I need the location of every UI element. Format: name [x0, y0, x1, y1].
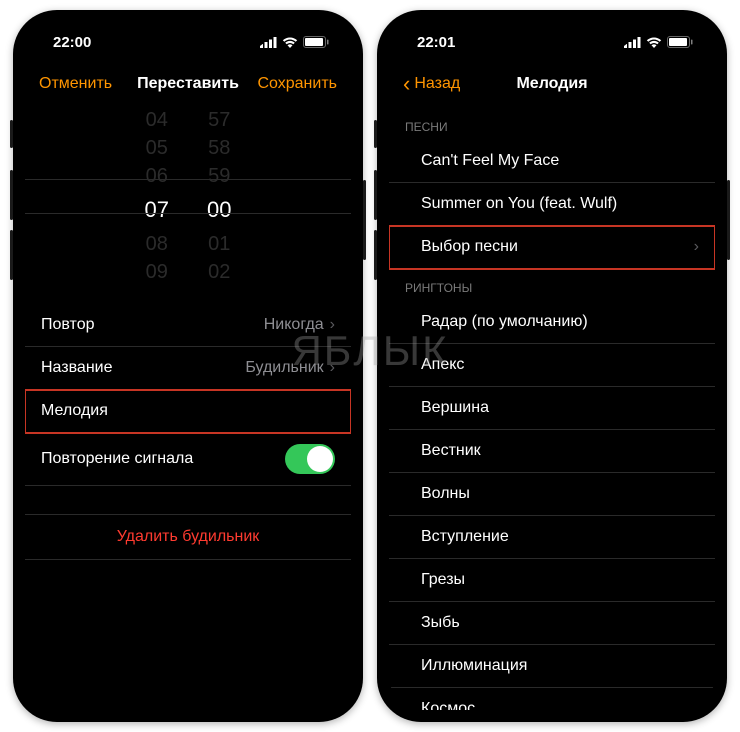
name-label: Название — [41, 359, 113, 377]
repeat-value: Никогда — [264, 316, 324, 334]
ringtone-row[interactable]: Иллюминация — [389, 645, 715, 688]
melody-label: Мелодия — [41, 402, 108, 420]
wifi-icon — [282, 37, 298, 48]
ringtone-row[interactable]: Космос — [389, 688, 715, 710]
repeat-row[interactable]: Повтор Никогда › — [25, 304, 351, 347]
ringtone-label: Вступление — [421, 528, 509, 546]
picker-minutes[interactable]: 57 58 59 00 01 02 — [207, 110, 231, 282]
song-row[interactable]: Выбор песни › — [389, 226, 715, 269]
name-row[interactable]: Название Будильник › — [25, 347, 351, 390]
song-label: Summer on You (feat. Wulf) — [421, 195, 617, 213]
song-label: Can't Feel My Face — [421, 152, 559, 170]
melody-list[interactable]: ПЕСНИ Can't Feel My Face Summer on You (f… — [389, 108, 715, 710]
song-row[interactable]: Can't Feel My Face — [389, 140, 715, 183]
phone-right: 22:01 ‹ Назад Мелодия ПЕСНИ Can't Feel M… — [377, 10, 727, 722]
chevron-right-icon: › — [694, 238, 699, 256]
snooze-toggle[interactable] — [285, 444, 335, 474]
ringtone-label: Зыбь — [421, 614, 460, 632]
time-picker[interactable]: 04 05 06 07 08 09 57 58 59 00 01 02 — [25, 106, 351, 286]
phone-left: 22:00 Отменить Переставить Сохранить 04 … — [13, 10, 363, 722]
ringtone-row[interactable]: Волны — [389, 473, 715, 516]
ringtone-label: Грезы — [421, 571, 465, 589]
ringtone-row[interactable]: Апекс — [389, 344, 715, 387]
battery-icon — [303, 36, 329, 48]
status-right — [624, 36, 693, 48]
ringtone-label: Радар (по умолчанию) — [421, 313, 588, 331]
repeat-label: Повтор — [41, 316, 95, 334]
cancel-button[interactable]: Отменить — [39, 75, 112, 93]
ringtone-row[interactable]: Вступление — [389, 516, 715, 559]
picker-hours[interactable]: 04 05 06 07 08 09 — [145, 110, 169, 282]
ringtone-label: Космос — [421, 700, 475, 710]
section-songs: ПЕСНИ — [389, 108, 715, 140]
ringtone-label: Вершина — [421, 399, 489, 417]
ringtone-row[interactable]: Радар (по умолчанию) — [389, 301, 715, 344]
song-row[interactable]: Summer on You (feat. Wulf) — [389, 183, 715, 226]
nav-bar: Отменить Переставить Сохранить — [25, 62, 351, 106]
battery-icon — [667, 36, 693, 48]
chevron-right-icon: › — [330, 359, 335, 377]
ringtone-label: Вестник — [421, 442, 481, 460]
nav-title: Мелодия — [516, 75, 587, 93]
ringtone-row[interactable]: Зыбь — [389, 602, 715, 645]
ringtone-row[interactable]: Вершина — [389, 387, 715, 430]
snooze-label: Повторение сигнала — [41, 450, 193, 468]
name-value: Будильник — [245, 359, 323, 377]
ringtone-label: Волны — [421, 485, 470, 503]
nav-title: Переставить — [137, 75, 239, 93]
melody-row[interactable]: Мелодия — [25, 390, 351, 433]
save-button[interactable]: Сохранить — [257, 75, 337, 93]
snooze-row: Повторение сигнала — [25, 433, 351, 486]
delete-alarm-button[interactable]: Удалить будильник — [25, 514, 351, 560]
ringtone-row[interactable]: Грезы — [389, 559, 715, 602]
back-button[interactable]: ‹ Назад — [403, 75, 460, 93]
nav-bar: ‹ Назад Мелодия — [389, 62, 715, 106]
status-right — [260, 36, 329, 48]
section-ringtones: РИНГТОНЫ — [389, 269, 715, 301]
song-label: Выбор песни — [421, 238, 518, 256]
ringtone-label: Апекс — [421, 356, 464, 374]
status-time: 22:01 — [417, 34, 455, 51]
status-time: 22:00 — [53, 34, 91, 51]
wifi-icon — [646, 37, 662, 48]
ringtone-row[interactable]: Вестник — [389, 430, 715, 473]
ringtone-label: Иллюминация — [421, 657, 527, 675]
chevron-right-icon: › — [330, 316, 335, 334]
